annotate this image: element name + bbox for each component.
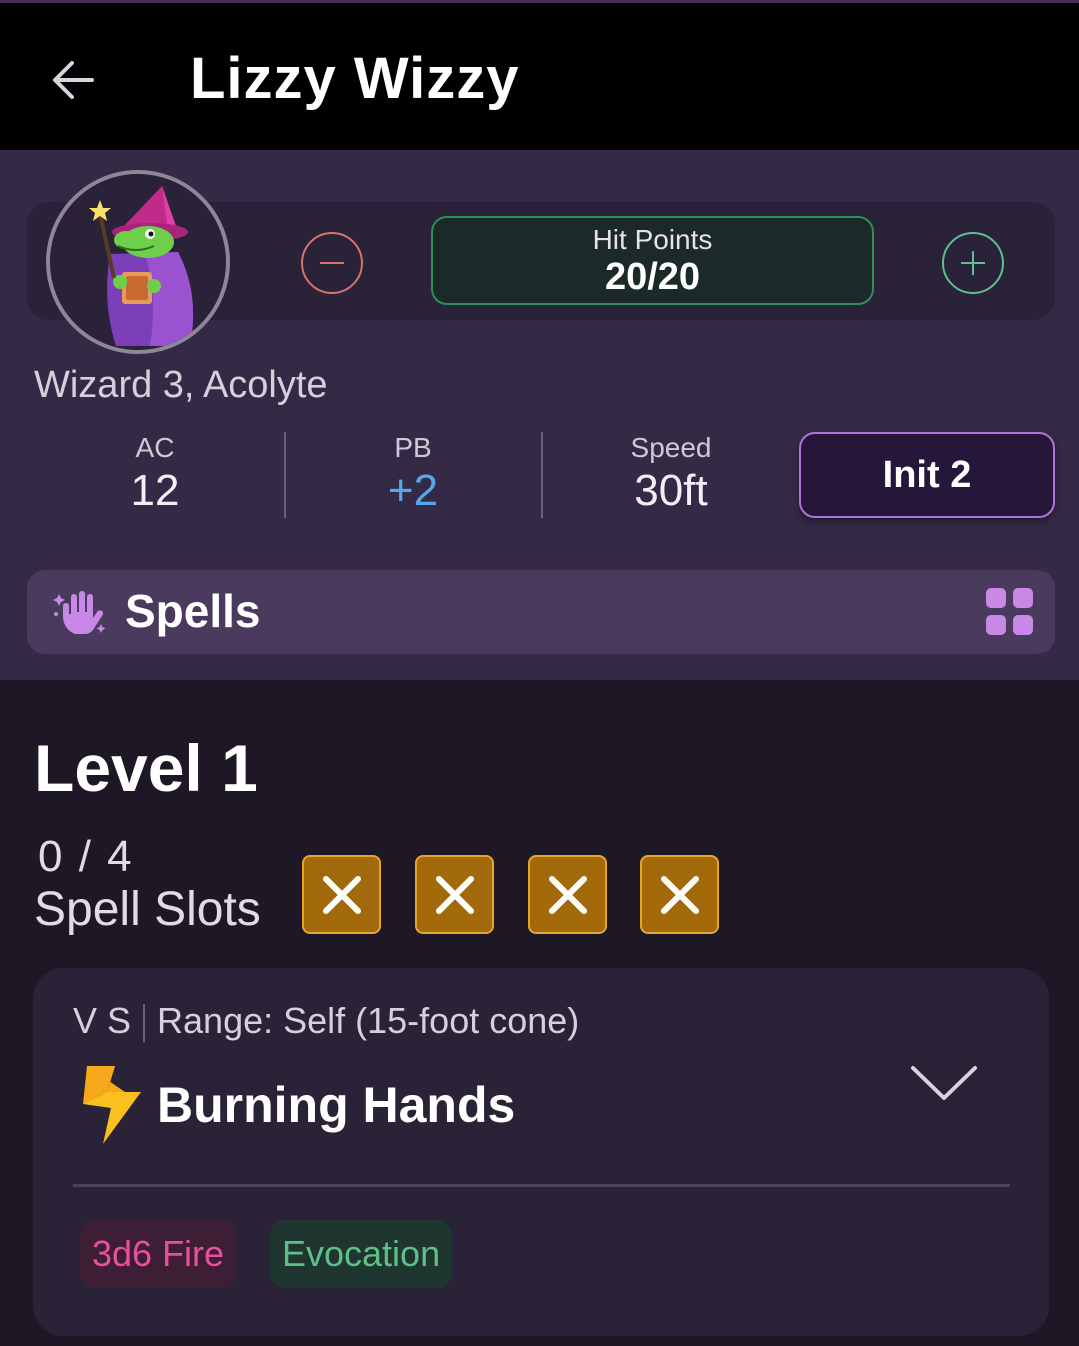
- decrease-hp-button[interactable]: [301, 232, 363, 294]
- school-tag: Evocation: [270, 1220, 453, 1288]
- damage-tag: 3d6 Fire: [80, 1220, 237, 1288]
- stat-pb-value: +2: [387, 466, 439, 515]
- stat-ac: AC 12: [35, 432, 275, 516]
- spell-slot-count: 0 / 4: [38, 832, 134, 881]
- stat-ac-label: AC: [135, 432, 175, 463]
- stat-ac-value: 12: [130, 466, 180, 515]
- increase-hp-button[interactable]: [942, 232, 1004, 294]
- spell-slot-label: Spell Slots: [34, 883, 261, 936]
- grid-view-icon[interactable]: [986, 588, 1034, 636]
- magic-hand-icon: [53, 591, 106, 634]
- x-icon: [436, 876, 474, 914]
- stat-speed-label: Speed: [630, 432, 712, 463]
- spell-level-title: Level 1: [34, 731, 258, 805]
- hit-points-value: 20/20: [604, 256, 701, 298]
- spell-slot-used[interactable]: [528, 855, 607, 934]
- avatar[interactable]: [46, 170, 230, 354]
- stat-divider: [541, 432, 543, 518]
- page-title: Lizzy Wizzy: [190, 46, 520, 111]
- meta-separator: [143, 1004, 146, 1043]
- character-class: Wizard 3, Acolyte: [34, 364, 328, 406]
- stat-pb-label: PB: [394, 432, 432, 463]
- stat-speed: Speed 30ft: [551, 432, 791, 516]
- card-divider: [73, 1184, 1010, 1187]
- spells-section-bar[interactable]: Spells: [27, 570, 1055, 654]
- spell-card[interactable]: V S Range: Self (15-foot cone) Burning Ha…: [33, 968, 1049, 1336]
- lightning-bolt-icon: [83, 1066, 141, 1144]
- spell-slot-used[interactable]: [640, 855, 719, 934]
- stat-pb: PB +2: [293, 432, 533, 516]
- spell-range: Range: Self (15-foot cone): [157, 1000, 580, 1041]
- spells-title: Spells: [125, 585, 261, 637]
- wizard-lizard-portrait: [50, 174, 226, 350]
- initiative-button[interactable]: Init 2: [799, 432, 1055, 518]
- chevron-down-icon[interactable]: [909, 1062, 979, 1106]
- hit-points-label: Hit Points: [592, 224, 713, 255]
- spell-components: V S: [73, 1000, 132, 1041]
- spell-name: Burning Hands: [157, 1077, 516, 1133]
- character-panel: Hit Points 20/20 Wizard 3, Acolyte AC 12…: [0, 150, 1079, 680]
- x-icon: [323, 876, 361, 914]
- spell-slot-used[interactable]: [415, 855, 494, 934]
- hit-points-display[interactable]: Hit Points 20/20: [431, 216, 874, 305]
- spell-meta: V S Range: Self (15-foot cone): [73, 1000, 580, 1043]
- x-icon: [549, 876, 587, 914]
- arrow-left-icon: [53, 61, 94, 99]
- x-icon: [661, 876, 699, 914]
- back-button[interactable]: [40, 47, 110, 113]
- spell-slot-used[interactable]: [302, 855, 381, 934]
- stat-speed-value: 30ft: [634, 466, 708, 515]
- stat-divider: [284, 432, 286, 518]
- app-header: Lizzy Wizzy: [0, 0, 1079, 150]
